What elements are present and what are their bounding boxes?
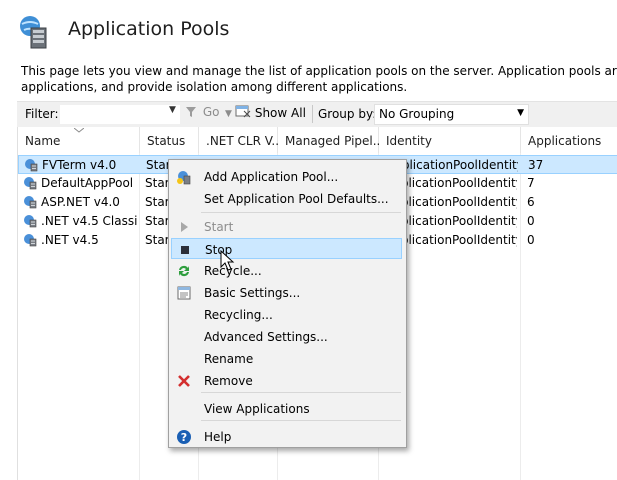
menu-item-label: Start	[204, 220, 234, 234]
column-header-name[interactable]: Name	[18, 127, 140, 153]
filter-funnel-icon	[186, 107, 196, 117]
menu-item-label: Basic Settings...	[204, 286, 301, 300]
pool-applications: 0	[527, 214, 535, 228]
page-description: This page lets you view and manage the l…	[21, 64, 617, 94]
menu-item-label: Advanced Settings...	[204, 330, 328, 344]
filter-input[interactable]	[59, 104, 181, 125]
filter-toolbar: Filter: ▼ Go ▼ Show All Group by: No Gro…	[17, 101, 617, 128]
app-pool-icon	[24, 177, 37, 190]
menu-item-set-application-pool-defaults[interactable]: Set Application Pool Defaults...	[171, 188, 402, 209]
show-all-button[interactable]: Show All	[235, 105, 306, 123]
stop-icon	[177, 242, 193, 258]
menu-item-view-applications[interactable]: View Applications	[171, 398, 402, 419]
column-header-clr-version[interactable]: .NET CLR V...	[199, 127, 283, 153]
menu-item-start: Start	[171, 216, 402, 237]
recycle-icon	[176, 263, 192, 279]
page-title: Application Pools	[68, 18, 230, 40]
app-pool-icon	[24, 196, 37, 209]
menu-item-label: Recycling...	[204, 308, 273, 322]
pool-name: DefaultAppPool	[41, 176, 134, 190]
menu-item-label: Remove	[204, 374, 253, 388]
column-header-status[interactable]: Status	[140, 127, 199, 153]
menu-item-stop[interactable]: Stop	[171, 238, 402, 259]
menu-item-rename[interactable]: Rename	[171, 348, 402, 369]
menu-item-advanced-settings[interactable]: Advanced Settings...	[171, 326, 402, 347]
pool-name: ASP.NET v4.0	[41, 195, 120, 209]
go-button[interactable]: Go	[185, 105, 219, 123]
menu-item-label: Set Application Pool Defaults...	[204, 192, 389, 206]
menu-separator	[201, 392, 401, 393]
context-menu: Add Application Pool... Set Application P…	[168, 159, 407, 448]
help-icon: ?	[176, 429, 192, 445]
app-pool-icon	[24, 234, 37, 247]
go-dropdown-icon[interactable]: ▼	[225, 109, 232, 119]
menu-item-recycle[interactable]: Recycle...	[171, 260, 402, 281]
toolbar-separator	[312, 105, 313, 123]
menu-item-basic-settings[interactable]: Basic Settings...	[171, 282, 402, 303]
remove-icon	[176, 373, 192, 389]
filter-label: Filter:	[25, 107, 59, 121]
group-by-select[interactable]: No Grouping ▼	[374, 104, 529, 125]
column-header-pipeline[interactable]: Managed Pipel...	[278, 127, 384, 153]
menu-item-label: Help	[204, 430, 232, 444]
menu-item-recycling[interactable]: Recycling...	[171, 304, 402, 325]
show-all-icon	[235, 105, 251, 118]
mouse-cursor-icon	[220, 249, 238, 272]
menu-item-add-application-pool[interactable]: Add Application Pool...	[171, 166, 402, 187]
menu-item-help[interactable]: ? Help	[171, 426, 402, 447]
menu-separator	[201, 212, 401, 213]
pool-name: .NET v4.5 Classic	[41, 214, 137, 228]
app-pool-icon	[25, 159, 38, 172]
app-pool-icon	[24, 215, 37, 228]
add-pool-icon	[176, 169, 192, 185]
pool-applications: 0	[527, 233, 535, 247]
group-by-label: Group by:	[318, 107, 377, 121]
chevron-down-icon: ▼	[517, 108, 524, 118]
pool-name: .NET v4.5	[41, 233, 99, 247]
pool-applications: 37	[528, 158, 544, 172]
play-icon	[176, 219, 192, 235]
menu-separator	[201, 420, 401, 421]
svg-text:?: ?	[181, 431, 187, 444]
settings-icon	[176, 285, 192, 301]
menu-item-remove[interactable]: Remove	[171, 370, 402, 391]
menu-item-label: View Applications	[204, 402, 310, 416]
pool-name: FVTerm v4.0	[42, 158, 117, 172]
column-header-applications[interactable]: Applications	[521, 127, 617, 153]
application-pools-icon	[18, 14, 52, 50]
menu-item-label: Add Application Pool...	[204, 170, 339, 184]
pool-applications: 7	[527, 176, 535, 190]
menu-item-label: Rename	[204, 352, 254, 366]
filter-dropdown-icon[interactable]: ▼	[169, 105, 176, 115]
column-header-identity[interactable]: Identity	[379, 127, 521, 153]
sort-arrow-icon	[74, 128, 84, 133]
pool-applications: 6	[527, 195, 535, 209]
